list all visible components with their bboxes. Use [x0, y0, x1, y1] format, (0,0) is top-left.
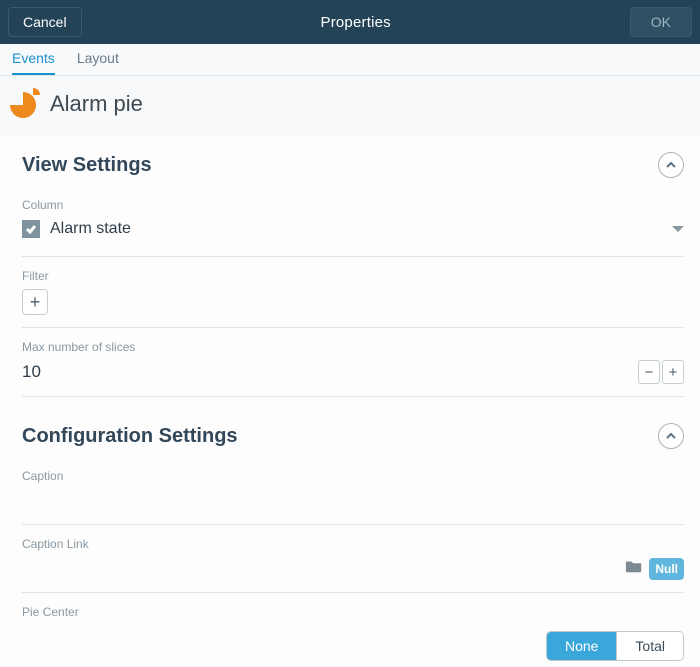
section-view-settings: View Settings [22, 146, 684, 194]
column-label: Column [22, 198, 684, 212]
column-value: Alarm state [50, 220, 662, 238]
decrement-button[interactable]: − [638, 360, 660, 384]
chevron-up-icon [665, 159, 677, 171]
section-config-settings: Configuration Settings [22, 405, 684, 465]
checkbox-icon [22, 220, 40, 238]
ok-button[interactable]: OK [630, 7, 692, 37]
add-filter-button[interactable]: + [22, 289, 48, 315]
field-filter: Filter + [22, 265, 684, 328]
column-select[interactable]: Alarm state [22, 218, 684, 244]
cancel-button[interactable]: Cancel [8, 7, 82, 37]
widget-header: Alarm pie [0, 76, 700, 136]
section-title: Configuration Settings [22, 425, 238, 448]
pie-center-segmented: None Total [546, 631, 684, 661]
properties-scroll[interactable]: View Settings Column Alarm state Filter … [0, 136, 700, 667]
pie-center-label: Pie Center [22, 605, 684, 619]
field-caption: Caption [22, 465, 684, 525]
chevron-up-icon [665, 430, 677, 442]
field-caption-link: Caption Link Null [22, 533, 684, 593]
max-slices-value: 10 [22, 362, 638, 382]
increment-button[interactable]: + [662, 360, 684, 384]
caption-link-input[interactable] [22, 557, 619, 580]
max-slices-stepper: − + [638, 360, 684, 384]
field-column: Column Alarm state [22, 194, 684, 257]
max-slices-label: Max number of slices [22, 340, 684, 354]
collapse-config-settings[interactable] [658, 423, 684, 449]
null-button[interactable]: Null [649, 558, 684, 580]
tab-layout[interactable]: Layout [77, 44, 119, 75]
field-pie-center: Pie Center None Total [22, 601, 684, 667]
pie-center-none[interactable]: None [547, 632, 616, 660]
tab-events[interactable]: Events [12, 44, 55, 75]
field-max-slices: Max number of slices 10 − + [22, 336, 684, 397]
chevron-down-icon [672, 226, 684, 232]
caption-input[interactable] [22, 489, 684, 512]
pie-center-total[interactable]: Total [616, 632, 683, 660]
folder-icon[interactable] [625, 558, 643, 579]
caption-link-label: Caption Link [22, 537, 684, 551]
widget-name: Alarm pie [50, 91, 143, 117]
collapse-view-settings[interactable] [658, 152, 684, 178]
section-title: View Settings [22, 154, 152, 177]
pie-chart-icon [10, 90, 38, 118]
dialog-title: Properties [82, 14, 630, 31]
caption-label: Caption [22, 469, 684, 483]
tab-bar: Events Layout [0, 44, 700, 76]
filter-label: Filter [22, 269, 684, 283]
title-bar: Cancel Properties OK [0, 0, 700, 44]
